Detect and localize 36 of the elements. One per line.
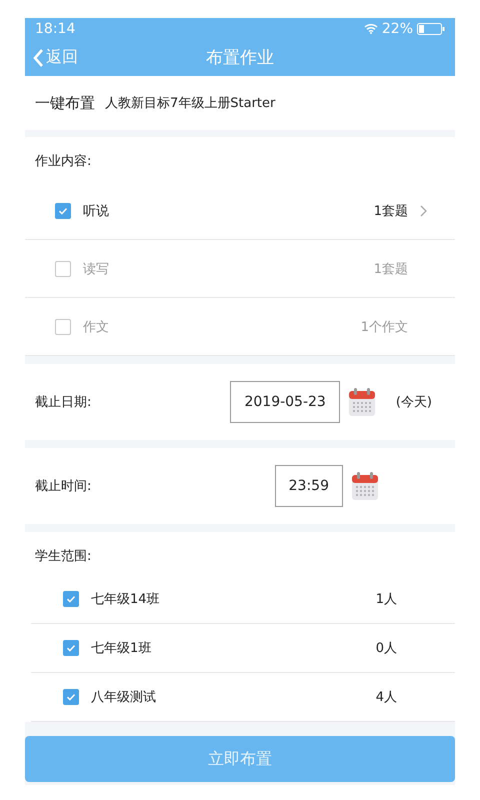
student-count: 1人 bbox=[376, 591, 397, 608]
question-count: 1套题 bbox=[374, 260, 408, 278]
time-field[interactable]: 23:59 bbox=[274, 465, 343, 507]
class-name: 七年级1班 bbox=[91, 640, 152, 657]
section-heading: 作业内容: bbox=[34, 153, 92, 172]
wifi-icon bbox=[364, 23, 378, 34]
status-time: 18:14 bbox=[35, 20, 76, 37]
checkbox[interactable] bbox=[55, 202, 71, 219]
field-label: 截止时间: bbox=[35, 478, 92, 495]
section-heading: 学生范围: bbox=[34, 548, 92, 566]
homework-type: 作文 bbox=[83, 318, 110, 336]
preset-label: 一键布置 bbox=[35, 94, 95, 113]
checkbox[interactable] bbox=[63, 640, 79, 656]
question-count: 1个作文 bbox=[360, 318, 408, 336]
battery-icon bbox=[417, 22, 445, 35]
student-count: 0人 bbox=[376, 640, 397, 657]
class-name: 八年级测试 bbox=[91, 689, 157, 706]
battery-percent: 22% bbox=[382, 20, 413, 37]
homework-type: 听说 bbox=[83, 202, 110, 220]
question-count: 1套题 bbox=[374, 202, 408, 220]
field-label: 截止日期: bbox=[35, 394, 92, 412]
textbook-name[interactable]: 人教新目标7年级上册Starter bbox=[105, 94, 276, 112]
checkbox[interactable] bbox=[63, 689, 79, 705]
chevron-right-icon[interactable] bbox=[420, 204, 427, 217]
student-count: 4人 bbox=[376, 689, 397, 706]
today-note: (今天) bbox=[396, 394, 432, 412]
back-chevron-icon bbox=[32, 48, 44, 68]
homework-type: 读写 bbox=[83, 260, 110, 278]
checkbox[interactable] bbox=[55, 318, 71, 335]
calendar-icon[interactable] bbox=[348, 387, 376, 418]
page-title: 布置作业 bbox=[206, 47, 274, 70]
date-field[interactable]: 2019-05-23 bbox=[230, 381, 340, 424]
checkbox[interactable] bbox=[55, 260, 71, 277]
calendar-icon[interactable] bbox=[351, 471, 379, 501]
class-name: 七年级14班 bbox=[91, 591, 161, 608]
checkbox[interactable] bbox=[63, 591, 79, 607]
